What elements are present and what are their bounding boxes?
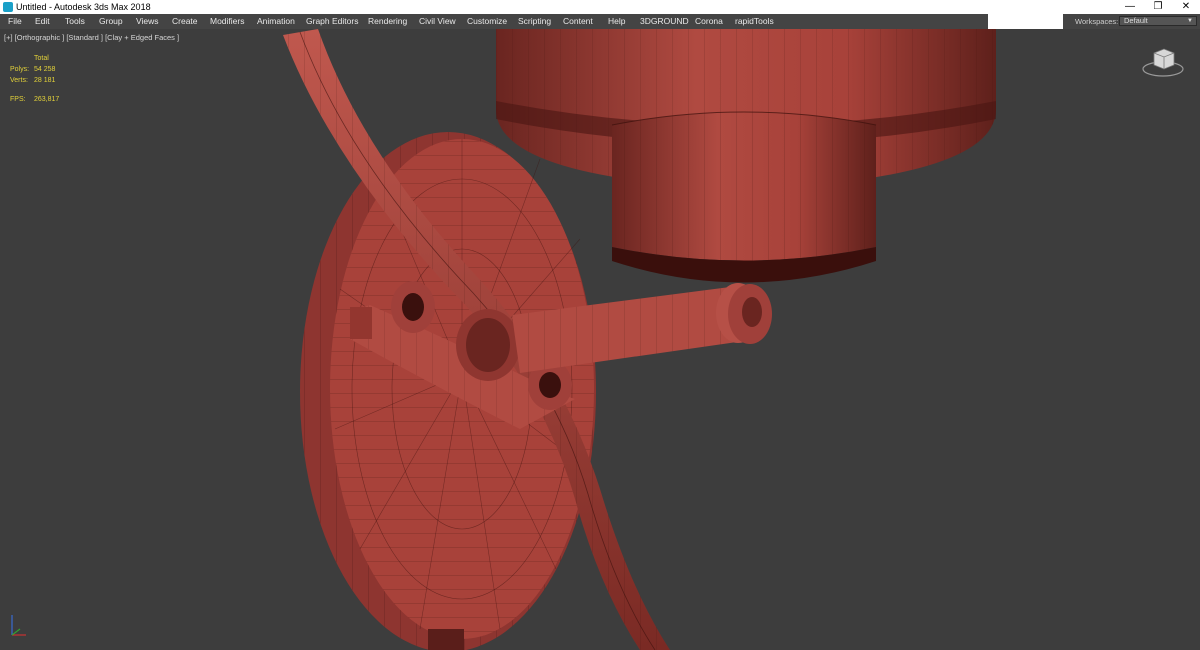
- workspaces-dropdown[interactable]: Default ▼: [1119, 16, 1197, 26]
- menu-3dground[interactable]: 3DGROUND: [640, 14, 689, 29]
- workspaces-selector: Workspaces: Default ▼: [1063, 14, 1200, 29]
- menu-content[interactable]: Content: [563, 14, 593, 29]
- close-button[interactable]: ✕: [1172, 0, 1200, 14]
- menu-customize[interactable]: Customize: [467, 14, 507, 29]
- window-title: Untitled - Autodesk 3ds Max 2018: [16, 2, 151, 12]
- workspaces-value: Default: [1124, 16, 1148, 25]
- menu-animation[interactable]: Animation: [257, 14, 295, 29]
- viewport-label[interactable]: [+] [Orthographic ] [Standard ] [Clay + …: [4, 33, 179, 42]
- menu-graph-editors[interactable]: Graph Editors: [306, 14, 358, 29]
- menu-corona[interactable]: Corona: [695, 14, 723, 29]
- menu-create[interactable]: Create: [172, 14, 198, 29]
- menu-modifiers[interactable]: Modifiers: [210, 14, 244, 29]
- menu-scripting[interactable]: Scripting: [518, 14, 551, 29]
- menu-rendering[interactable]: Rendering: [368, 14, 407, 29]
- minimize-button[interactable]: —: [1116, 0, 1144, 14]
- viewport[interactable]: [+] [Orthographic ] [Standard ] [Clay + …: [0, 29, 1200, 650]
- viewcube-icon[interactable]: [1138, 43, 1188, 79]
- menu-civil-view[interactable]: Civil View: [419, 14, 456, 29]
- menu-edit[interactable]: Edit: [35, 14, 50, 29]
- chevron-down-icon: ▼: [1187, 18, 1193, 24]
- fps-label: FPS:: [10, 96, 26, 103]
- menu-tools[interactable]: Tools: [65, 14, 85, 29]
- polys-label: Polys:: [10, 66, 30, 73]
- menu-views[interactable]: Views: [136, 14, 159, 29]
- verts-value: 28 181: [34, 77, 56, 84]
- menu-file[interactable]: File: [8, 14, 22, 29]
- menu-bar: File Edit Tools Group Views Create Modif…: [0, 14, 988, 29]
- menu-group[interactable]: Group: [99, 14, 123, 29]
- stats-header: Total: [34, 55, 49, 62]
- bottom-stub: [428, 629, 464, 650]
- axis-tripod-icon: [11, 615, 26, 636]
- menu-rapidtools[interactable]: rapidTools: [735, 14, 774, 29]
- lamp-socket: [611, 111, 877, 283]
- title-bar: Untitled - Autodesk 3ds Max 2018 — ❐ ✕: [0, 0, 1200, 14]
- menu-help[interactable]: Help: [608, 14, 625, 29]
- polys-value: 54 258: [34, 66, 56, 73]
- toolbar-gap: [988, 14, 1063, 29]
- fps-value: 263,817: [34, 96, 60, 103]
- scene-model: [283, 29, 996, 650]
- verts-label: Verts:: [10, 77, 28, 84]
- app-icon: [3, 2, 13, 12]
- workspaces-label: Workspaces:: [1075, 17, 1119, 26]
- maximize-button[interactable]: ❐: [1144, 0, 1172, 14]
